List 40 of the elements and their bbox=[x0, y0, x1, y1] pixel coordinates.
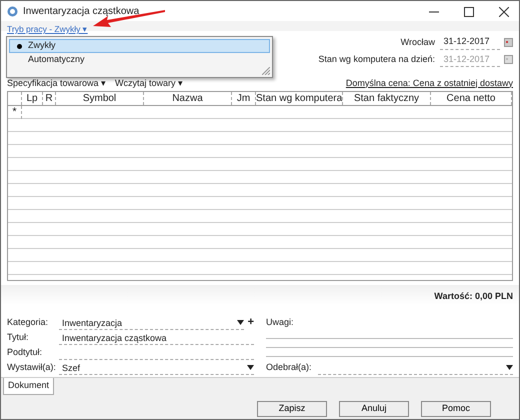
category-field[interactable]: Inwentaryzacja bbox=[59, 316, 244, 330]
issued-by-label: Wystawił(a): bbox=[7, 360, 57, 374]
default-price-link[interactable]: Domyślna cena: Cena z ostatniej dostawy bbox=[346, 76, 513, 90]
menu-item[interactable]: Zwykły bbox=[9, 39, 270, 53]
mode-link[interactable]: Tryb pracy - Zwykły ▾ bbox=[7, 24, 88, 34]
cancel-button[interactable]: Anuluj bbox=[339, 400, 409, 416]
column-header[interactable]: Symbol bbox=[56, 92, 144, 105]
column-header[interactable]: Jm bbox=[232, 92, 256, 105]
column-header[interactable]: Cena netto bbox=[431, 92, 512, 105]
place-label: Wrocław bbox=[400, 36, 435, 48]
date-field[interactable]: 31-12-2017 bbox=[440, 35, 500, 50]
subtitle-label: Podtytuł: bbox=[7, 346, 44, 359]
stock-date-label: Stan wg komputera na dzień: bbox=[318, 53, 435, 66]
category-label: Kategoria: bbox=[7, 316, 50, 329]
document-tab[interactable]: Dokument bbox=[3, 378, 54, 394]
title-label: Tytuł: bbox=[7, 330, 30, 344]
app-icon bbox=[7, 6, 18, 16]
resize-grip-icon[interactable] bbox=[262, 67, 270, 75]
notes-label: Uwagi: bbox=[266, 316, 295, 329]
calendar-icon[interactable] bbox=[504, 55, 513, 64]
column-header[interactable]: R bbox=[43, 92, 56, 105]
column-header[interactable]: Stan faktyczny bbox=[343, 92, 431, 105]
help-button[interactable]: Pomoc bbox=[421, 400, 491, 416]
column-header[interactable]: Lp bbox=[22, 92, 43, 105]
toolbar-menu[interactable]: Specyfikacja towarowa ▾ bbox=[7, 76, 106, 90]
calendar-icon[interactable] bbox=[504, 38, 513, 47]
title-field[interactable]: Inwentaryzacja cząstkowa bbox=[59, 330, 254, 344]
toolbar-menu[interactable]: Wczytaj towary ▾ bbox=[115, 76, 184, 90]
total-value: Wartość: 0,00 PLN bbox=[434, 291, 513, 301]
maximize-icon bbox=[464, 6, 474, 17]
received-by-label: Odebrał(a): bbox=[266, 360, 313, 374]
column-header[interactable]: Nazwa bbox=[144, 92, 232, 105]
bullet-icon bbox=[16, 44, 22, 48]
issued-by-field[interactable]: Szef bbox=[59, 360, 254, 374]
menu-item[interactable]: Automatyczny bbox=[9, 53, 270, 67]
add-button[interactable]: + bbox=[244, 314, 254, 331]
column-header[interactable]: Stan wg komputera bbox=[256, 92, 343, 105]
window-title: Inwentaryzacja cząstkowa bbox=[23, 4, 140, 18]
close-icon bbox=[499, 6, 509, 17]
save-button[interactable]: Zapisz bbox=[257, 400, 327, 416]
